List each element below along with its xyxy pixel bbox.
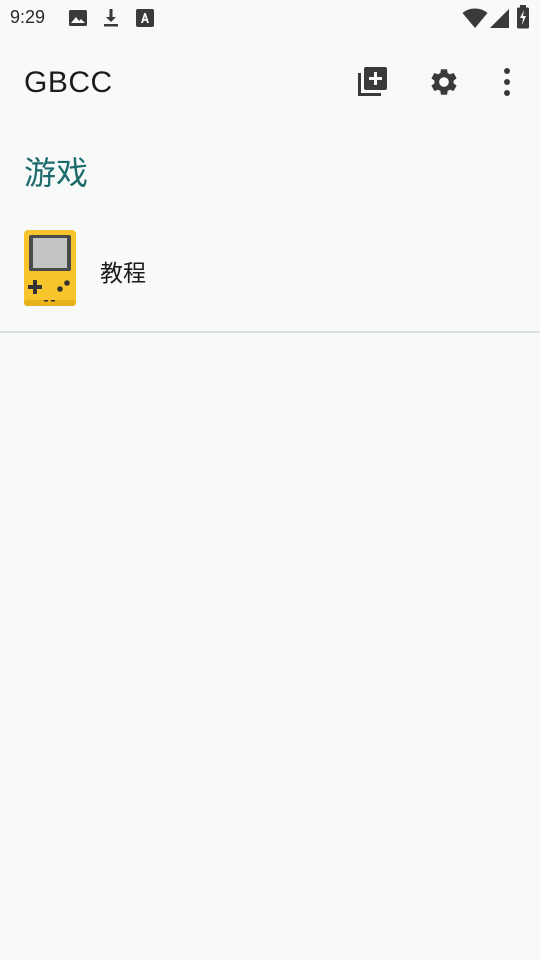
download-icon <box>101 8 121 32</box>
divider <box>0 331 540 333</box>
add-library-icon <box>355 65 389 103</box>
more-vert-icon <box>502 67 512 101</box>
section-title-games: 游戏 <box>24 154 89 192</box>
app-bar: GBCC <box>0 50 540 120</box>
battery-charging-icon <box>516 5 530 33</box>
status-bar: 9:29 <box>0 0 540 36</box>
more-options-button[interactable] <box>487 64 527 104</box>
app-title: GBCC <box>24 66 113 99</box>
settings-button[interactable] <box>424 64 464 104</box>
text-icon <box>135 8 155 32</box>
add-library-button[interactable] <box>352 64 392 104</box>
gameboy-color-icon <box>22 228 78 308</box>
image-icon <box>68 8 88 32</box>
list-item[interactable]: 教程 <box>0 220 540 330</box>
status-time: 9:29 <box>10 7 46 27</box>
game-title: 教程 <box>100 261 146 287</box>
wifi-icon <box>462 7 488 33</box>
settings-icon <box>428 66 460 102</box>
signal-icon <box>489 7 511 33</box>
